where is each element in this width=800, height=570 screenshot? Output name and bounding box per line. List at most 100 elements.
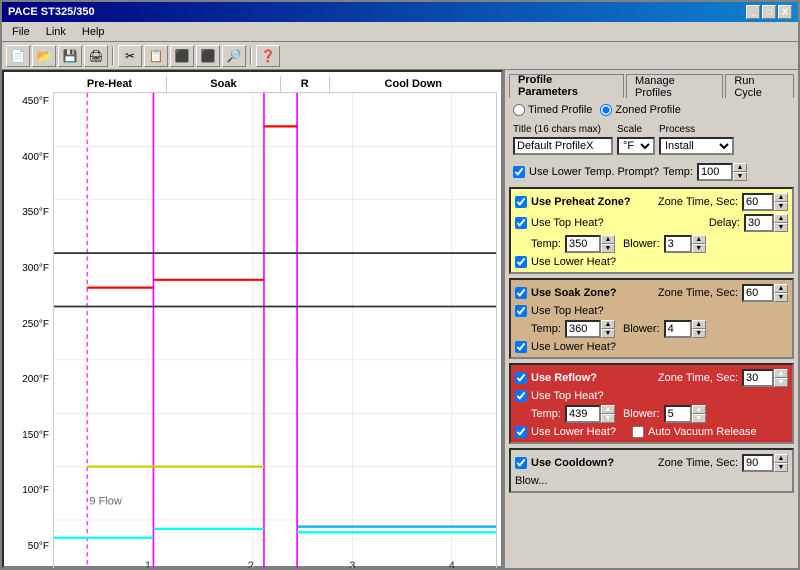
- zoned-profile-radio[interactable]: [600, 104, 612, 116]
- reflow-temp-item: Temp: ▲ ▼: [531, 405, 615, 423]
- soak-zone-time-label: Zone Time, Sec:: [658, 287, 738, 299]
- reflow-blower-up[interactable]: ▲: [692, 405, 706, 414]
- reflow-zone-time-down[interactable]: ▼: [774, 378, 788, 387]
- preheat-zone-time-down[interactable]: ▼: [774, 202, 788, 211]
- menu-help[interactable]: Help: [76, 25, 111, 39]
- lower-temp-up[interactable]: ▲: [733, 163, 747, 172]
- preheat-temp-row: Temp: ▲ ▼ Blower:: [515, 235, 788, 253]
- tab-profile-parameters[interactable]: Profile Parameters: [509, 74, 624, 98]
- reflow-temp-up[interactable]: ▲: [601, 405, 615, 414]
- menu-link[interactable]: Link: [40, 25, 72, 39]
- cooldown-zone-time-input[interactable]: [742, 454, 774, 472]
- main-content: Pre-Heat Soak R Cool Down 450°F 400°F 35…: [2, 70, 798, 568]
- preheat-delay-down[interactable]: ▼: [774, 223, 788, 232]
- soak-header-right: Zone Time, Sec: ▲ ▼: [658, 284, 788, 302]
- soak-blower-label: Blower:: [623, 323, 660, 335]
- preheat-temp-input[interactable]: [565, 235, 601, 253]
- soak-lower-heat-checkbox[interactable]: [515, 341, 527, 353]
- preheat-temp-down[interactable]: ▼: [601, 244, 615, 253]
- reflow-zone-time-spinner: ▲ ▼: [742, 369, 788, 387]
- soak-top-heat-checkbox[interactable]: [515, 305, 527, 317]
- reflow-auto-vacuum-checkbox[interactable]: [632, 426, 644, 438]
- cut-button[interactable]: ✂: [118, 45, 142, 67]
- soak-zone-time-input[interactable]: [742, 284, 774, 302]
- title-input[interactable]: [513, 137, 613, 155]
- soak-blower-up[interactable]: ▲: [692, 320, 706, 329]
- reflow-lower-row: Use Lower Heat? Auto Vacuum Release: [515, 426, 788, 438]
- preheat-lower-heat-row: Use Lower Heat?: [515, 256, 788, 268]
- scale-select[interactable]: °F °C: [617, 137, 655, 155]
- soak-blower-input[interactable]: [664, 320, 692, 338]
- reflow-header-left: Use Reflow?: [515, 372, 597, 384]
- process-select[interactable]: Install Rework: [659, 137, 734, 155]
- soak-checkbox[interactable]: [515, 287, 527, 299]
- print-button[interactable]: 🖨: [84, 45, 108, 67]
- new-button[interactable]: 📄: [6, 45, 30, 67]
- y-label-250: 250°F: [8, 319, 49, 330]
- soak-zone-time-up[interactable]: ▲: [774, 284, 788, 293]
- reflow-zone-time-input[interactable]: [742, 369, 774, 387]
- preheat-delay-input[interactable]: [744, 214, 774, 232]
- cooldown-zone-time-down[interactable]: ▼: [774, 463, 788, 472]
- reflow-lower-heat-row: Use Lower Heat?: [515, 426, 616, 438]
- menu-file[interactable]: File: [6, 25, 36, 39]
- preheat-zone-time-input[interactable]: [742, 193, 774, 211]
- maximize-button[interactable]: □: [762, 5, 776, 19]
- help-button[interactable]: ❓: [256, 45, 280, 67]
- soak-temp-down[interactable]: ▼: [601, 329, 615, 338]
- close-button[interactable]: X: [778, 5, 792, 19]
- lower-temp-down[interactable]: ▼: [733, 172, 747, 181]
- preheat-zone-time-up[interactable]: ▲: [774, 193, 788, 202]
- timed-profile-option[interactable]: Timed Profile: [513, 104, 592, 116]
- soak-label: Use Soak Zone?: [531, 287, 617, 299]
- reflow-zone-time-btns: ▲ ▼: [774, 369, 788, 387]
- preheat-delay-up[interactable]: ▲: [774, 214, 788, 223]
- cooldown-zone-time-up[interactable]: ▲: [774, 454, 788, 463]
- reflow-temp-down[interactable]: ▼: [601, 414, 615, 423]
- soak-temp-up[interactable]: ▲: [601, 320, 615, 329]
- minimize-button[interactable]: _: [746, 5, 760, 19]
- preheat-blower-input[interactable]: [664, 235, 692, 253]
- preheat-temp-spinner: ▲ ▼: [565, 235, 615, 253]
- lower-temp-input[interactable]: [697, 163, 733, 181]
- soak-zone-time-spinner: ▲ ▼: [742, 284, 788, 302]
- reflow-lower-heat-checkbox[interactable]: [515, 426, 527, 438]
- reflow-checkbox[interactable]: [515, 372, 527, 384]
- reflow-blower-down[interactable]: ▼: [692, 414, 706, 423]
- tab-run-cycle[interactable]: Run Cycle: [725, 74, 794, 98]
- y-label-150: 150°F: [8, 430, 49, 441]
- y-label-200: 200°F: [8, 374, 49, 385]
- soak-temp-input[interactable]: [565, 320, 601, 338]
- reflow-zone-time-up[interactable]: ▲: [774, 369, 788, 378]
- open-button[interactable]: 📂: [32, 45, 56, 67]
- y-label-350: 350°F: [8, 207, 49, 218]
- tool4[interactable]: ⬛: [196, 45, 220, 67]
- preheat-blower-down[interactable]: ▼: [692, 244, 706, 253]
- preheat-top-heat-checkbox[interactable]: [515, 217, 527, 229]
- title-scale-process-row: Title (16 chars max) Scale °F °C Process…: [509, 122, 794, 157]
- copy-button[interactable]: 📋: [144, 45, 168, 67]
- reflow-blower-input[interactable]: [664, 405, 692, 423]
- preheat-blower-up[interactable]: ▲: [692, 235, 706, 244]
- reflow-temp-input[interactable]: [565, 405, 601, 423]
- timed-profile-radio[interactable]: [513, 104, 525, 116]
- save-button[interactable]: 💾: [58, 45, 82, 67]
- preheat-checkbox[interactable]: [515, 196, 527, 208]
- lower-temp-checkbox[interactable]: [513, 166, 525, 178]
- window-title: PACE ST325/350: [8, 6, 95, 18]
- y-label-100: 100°F: [8, 485, 49, 496]
- title-bar: PACE ST325/350 _ □ X: [2, 2, 798, 22]
- zoned-profile-option[interactable]: Zoned Profile: [600, 104, 680, 116]
- preheat-lower-heat-checkbox[interactable]: [515, 256, 527, 268]
- tool5[interactable]: 🔎: [222, 45, 246, 67]
- preheat-temp-up[interactable]: ▲: [601, 235, 615, 244]
- scale-label: Scale: [617, 124, 655, 135]
- tab-manage-profiles[interactable]: Manage Profiles: [626, 74, 723, 98]
- tool3[interactable]: ⬛: [170, 45, 194, 67]
- cooldown-checkbox[interactable]: [515, 457, 527, 469]
- soak-blower-down[interactable]: ▼: [692, 329, 706, 338]
- soak-zone-time-down[interactable]: ▼: [774, 293, 788, 302]
- reflow-top-heat-checkbox[interactable]: [515, 390, 527, 402]
- soak-temp-item: Temp: ▲ ▼: [531, 320, 615, 338]
- right-panel: Profile Parameters Manage Profiles Run C…: [503, 70, 798, 568]
